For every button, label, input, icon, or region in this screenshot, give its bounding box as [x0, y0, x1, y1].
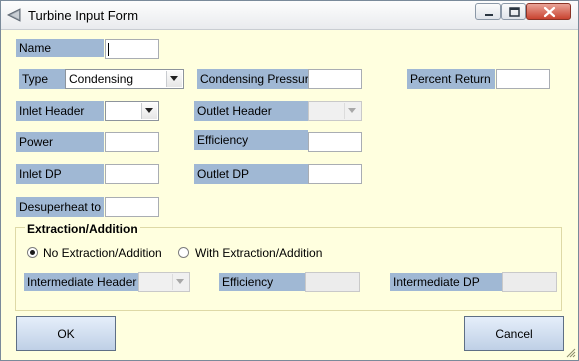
intermediate-dp-field[interactable]: [502, 272, 557, 292]
title-bar[interactable]: Turbine Input Form: [1, 1, 578, 30]
desuperheat-label: Desuperheat to: [16, 197, 104, 217]
minimize-button[interactable]: [475, 3, 501, 20]
window-title: Turbine Input Form: [28, 8, 139, 23]
inlet-dp-label: Inlet DP: [16, 164, 104, 184]
extraction-group: [15, 227, 562, 311]
intermediate-header-select[interactable]: [138, 272, 190, 292]
name-label: Name: [16, 39, 104, 57]
condensing-pressure-field[interactable]: [308, 69, 362, 89]
extraction-group-title: Extraction/Addition: [25, 222, 140, 236]
efficiency-field[interactable]: [308, 132, 362, 152]
chevron-down-icon[interactable]: [172, 274, 188, 290]
with-extraction-radio[interactable]: [178, 247, 189, 258]
intermediate-efficiency-label: Efficiency: [219, 273, 305, 291]
outlet-dp-label: Outlet DP: [194, 164, 308, 184]
text-cursor: [108, 43, 109, 56]
cancel-button[interactable]: Cancel: [464, 316, 564, 351]
app-icon: [7, 8, 21, 22]
power-field[interactable]: [105, 132, 159, 152]
power-label: Power: [16, 132, 104, 152]
ok-button[interactable]: OK: [16, 316, 116, 351]
minimize-icon: [485, 14, 493, 16]
efficiency-label: Efficiency: [194, 130, 308, 150]
name-field[interactable]: [105, 39, 159, 59]
type-label: Type: [19, 69, 65, 89]
chevron-down-icon[interactable]: [141, 103, 157, 119]
chevron-down-icon[interactable]: [344, 103, 360, 119]
turbine-input-form-window: Turbine Input Form Name Type Condensing …: [0, 0, 579, 361]
chevron-down-icon[interactable]: [166, 71, 182, 87]
type-select[interactable]: Condensing: [65, 69, 184, 89]
close-button[interactable]: [526, 3, 571, 20]
inlet-header-label: Inlet Header: [16, 101, 104, 121]
no-extraction-label[interactable]: No Extraction/Addition: [43, 246, 162, 260]
with-extraction-label[interactable]: With Extraction/Addition: [195, 246, 322, 260]
desuperheat-field[interactable]: [105, 197, 159, 217]
cancel-button-label: Cancel: [495, 326, 533, 341]
condensing-pressure-label: Condensing Pressure: [197, 69, 308, 89]
maximize-button[interactable]: [501, 3, 526, 20]
percent-return-label: Percent Return: [407, 69, 495, 89]
resize-grip-icon[interactable]: [565, 347, 576, 358]
close-icon: [543, 6, 556, 18]
ok-button-label: OK: [57, 326, 75, 341]
intermediate-efficiency-field[interactable]: [305, 272, 360, 292]
inlet-header-select[interactable]: [105, 101, 159, 121]
type-selected-value: Condensing: [69, 72, 134, 86]
radio-selected-dot: [30, 250, 35, 255]
intermediate-dp-label: Intermediate DP: [390, 273, 502, 291]
no-extraction-radio[interactable]: [27, 247, 38, 258]
intermediate-header-label: Intermediate Header: [24, 273, 138, 291]
outlet-dp-field[interactable]: [308, 164, 362, 184]
inlet-dp-field[interactable]: [105, 164, 159, 184]
maximize-icon: [509, 7, 520, 17]
outlet-header-select[interactable]: [308, 101, 362, 121]
percent-return-field[interactable]: [496, 69, 550, 89]
outlet-header-label: Outlet Header: [194, 101, 308, 121]
